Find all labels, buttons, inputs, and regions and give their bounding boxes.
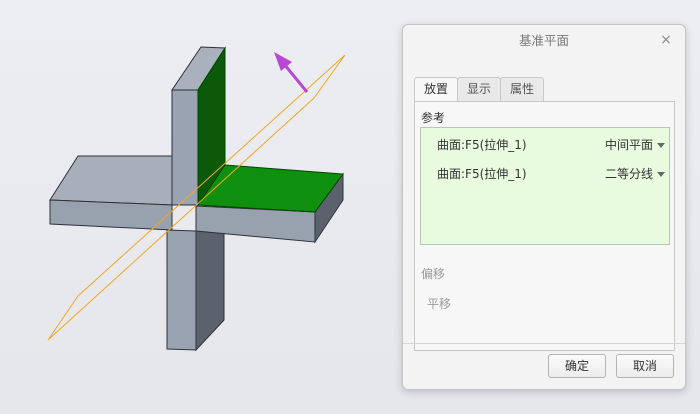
reference-surface: 曲面:F5(拉伸_1) bbox=[437, 138, 527, 152]
close-icon[interactable]: × bbox=[657, 31, 675, 49]
left-arm-front-face[interactable] bbox=[49, 199, 173, 231]
direction-arrow-icon[interactable] bbox=[274, 52, 309, 93]
reference-row[interactable]: 曲面:F5(拉伸_1) 中间平面 bbox=[437, 135, 665, 155]
placement-panel: 参考 曲面:F5(拉伸_1) 中间平面 曲面:F5(拉伸_1) 二等分线 偏移 … bbox=[414, 101, 675, 351]
vertical-plate-lower-side[interactable] bbox=[195, 230, 225, 352]
tab-display[interactable]: 显示 bbox=[457, 77, 502, 101]
chevron-down-icon[interactable] bbox=[657, 143, 665, 148]
offset-label: 偏移 bbox=[421, 267, 446, 281]
datum-plane-dialog: 基准平面 × 放置 显示 属性 参考 曲面:F5(拉伸_1) 中间平面 曲面:F… bbox=[402, 24, 686, 390]
tab-placement[interactable]: 放置 bbox=[414, 77, 459, 102]
translate-label: 平移 bbox=[427, 297, 452, 311]
constraint-type-dropdown[interactable]: 中间平面 bbox=[605, 135, 665, 155]
cancel-button[interactable]: 取消 bbox=[616, 354, 674, 378]
dialog-tabs: 放置 显示 属性 bbox=[414, 77, 545, 102]
constraint-type-value: 二等分线 bbox=[604, 167, 653, 181]
ok-button[interactable]: 确定 bbox=[548, 354, 606, 378]
left-arm-top-face[interactable] bbox=[49, 155, 173, 206]
constraint-type-value: 中间平面 bbox=[604, 138, 653, 152]
tab-properties[interactable]: 属性 bbox=[500, 77, 545, 101]
chevron-down-icon[interactable] bbox=[657, 172, 665, 177]
references-collector[interactable]: 曲面:F5(拉伸_1) 中间平面 曲面:F5(拉伸_1) 二等分线 bbox=[420, 127, 670, 245]
constraint-type-dropdown[interactable]: 二等分线 bbox=[605, 164, 665, 184]
vertical-plate-lower-front[interactable] bbox=[166, 229, 197, 351]
vertical-plate-upper-front[interactable] bbox=[171, 89, 199, 206]
dialog-title: 基准平面 bbox=[518, 33, 569, 48]
reference-surface: 曲面:F5(拉伸_1) bbox=[437, 167, 527, 181]
references-label: 参考 bbox=[421, 111, 446, 125]
footer-divider bbox=[403, 343, 685, 344]
reference-row[interactable]: 曲面:F5(拉伸_1) 二等分线 bbox=[437, 164, 665, 184]
